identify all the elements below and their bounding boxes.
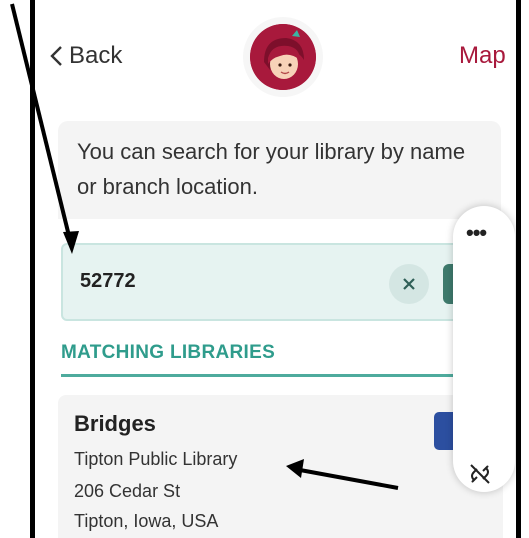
- close-icon: [403, 278, 415, 290]
- library-city: Tipton, Iowa, USA: [74, 511, 219, 531]
- search-input-value[interactable]: 52772: [80, 270, 136, 293]
- back-button[interactable]: Back: [49, 42, 122, 70]
- library-branch-name: Bridges: [74, 411, 156, 436]
- unlink-icon[interactable]: [468, 462, 492, 486]
- section-title: MATCHING LIBRARIES: [61, 342, 276, 363]
- section-divider: [61, 374, 513, 377]
- frame-border-right: [516, 0, 521, 538]
- floating-toolbar: [453, 206, 515, 492]
- frame-border-left: [30, 0, 35, 538]
- chevron-left-icon: [50, 46, 62, 66]
- library-system-name: Tipton Public Library: [74, 449, 238, 469]
- back-label: Back: [69, 42, 123, 69]
- libby-logo-icon: [243, 17, 323, 97]
- intro-text: You can search for your library by name …: [77, 139, 466, 199]
- map-link[interactable]: Map: [459, 42, 506, 70]
- clear-search-button[interactable]: [389, 264, 429, 304]
- more-options-icon[interactable]: •••: [466, 220, 487, 246]
- library-address: 206 Cedar St: [74, 481, 181, 501]
